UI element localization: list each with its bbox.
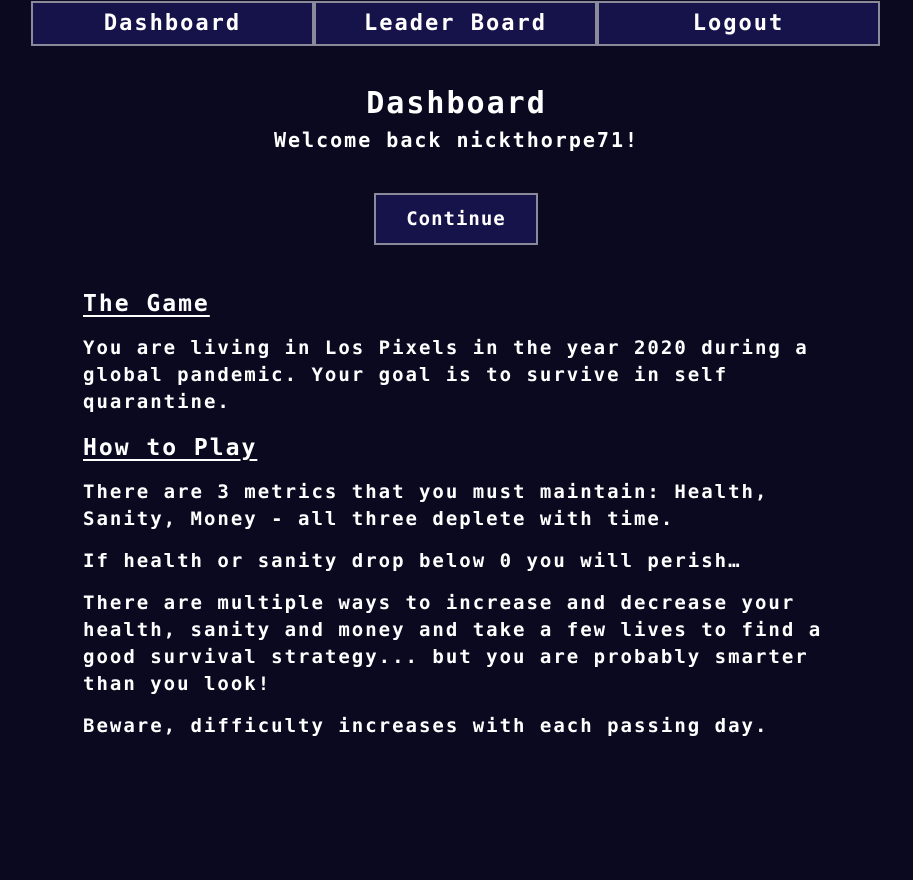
continue-button[interactable]: Continue [374, 193, 538, 245]
welcome-message: Welcome back nickthorpe71! [273, 128, 640, 152]
game-heading: The Game [83, 291, 210, 317]
howto-difficulty: Beware, difficulty increases with each p… [83, 715, 769, 737]
info-content: The Game You are living in Los Pixels in… [83, 287, 833, 755]
nav-leaderboard-button[interactable]: Leader Board [314, 1, 597, 46]
page-title: Dashboard [366, 86, 547, 121]
howto-strategy: There are multiple ways to increase and … [83, 592, 823, 695]
top-nav: Dashboard Leader Board Logout [31, 1, 880, 46]
nav-logout-button[interactable]: Logout [597, 1, 880, 46]
nav-dashboard-button[interactable]: Dashboard [31, 1, 314, 46]
howto-metrics: There are 3 metrics that you must mainta… [83, 481, 769, 530]
game-description: You are living in Los Pixels in the year… [83, 337, 809, 413]
howto-heading: How to Play [83, 435, 258, 461]
howto-perish: If health or sanity drop below 0 you wil… [83, 550, 742, 572]
